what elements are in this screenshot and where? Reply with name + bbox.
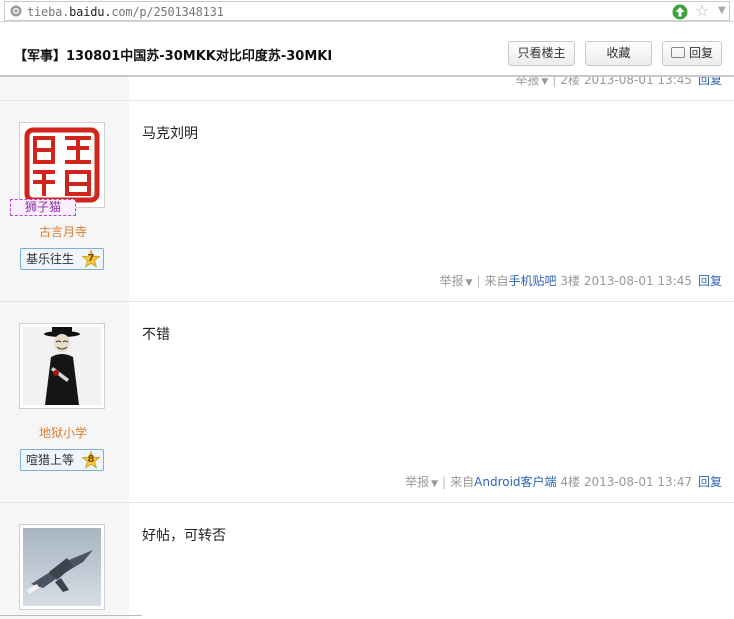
avatar[interactable]	[19, 122, 105, 208]
reply-button-label: 回复	[688, 46, 713, 60]
thread-title: 【军事】130801中国苏-30MKK对比印度苏-30MKI	[14, 49, 333, 64]
post-time: 2013-08-01 13:45	[583, 77, 692, 87]
bookmark-star-icon[interactable]: ☆	[695, 2, 709, 20]
masked-figure-avatar-image	[23, 327, 101, 405]
floor-number: 4楼	[560, 475, 581, 489]
avatar[interactable]	[19, 524, 105, 610]
report-link[interactable]: 举报	[405, 475, 429, 489]
divider	[0, 615, 142, 616]
chevron-down-icon[interactable]: ▼	[718, 5, 726, 16]
post-time: 2013-08-01 13:45	[583, 274, 692, 288]
caret-down-icon: ▼	[465, 278, 473, 288]
level-name: 喧猎上等	[26, 453, 75, 467]
post-floor-3: 狮子猫 古言月寺 基乐往生 7 马克刘明 举报 ▼ | 来自手机贴吧 3楼 2013-…	[0, 101, 734, 302]
caret-down-icon: ▼	[431, 479, 439, 489]
fighter-jet-avatar-image	[23, 528, 101, 606]
thread-header: 【军事】130801中国苏-30MKK对比印度苏-30MKI 只看楼主 收藏 回…	[0, 30, 734, 77]
url-field[interactable]: tieba.baidu.com/p/2501348131 ☆ ▼	[4, 1, 730, 21]
level-badge[interactable]: 基乐往生 7	[20, 248, 104, 270]
post-meta: 举报 ▼ | 2楼 2013-08-01 13:45 回复	[515, 77, 722, 88]
floor-number: 2楼	[560, 77, 581, 87]
source-link[interactable]: Android客户端	[474, 475, 556, 489]
reply-button[interactable]: 回复	[662, 41, 722, 66]
avatar[interactable]	[19, 323, 105, 409]
post-meta: 举报 ▼ | 来自Android客户端 4楼 2013-08-01 13:47 回复	[405, 473, 722, 490]
post-meta: 举报 ▼ | 来自手机贴吧 3楼 2013-08-01 13:45 回复	[440, 272, 722, 289]
username[interactable]: 地狱小学	[0, 424, 126, 441]
divider: |	[442, 475, 447, 489]
globe-icon	[10, 5, 22, 17]
post-list: 举报 ▼ | 2楼 2013-08-01 13:45 回复 狮子猫 古言月寺 基乐往生 …	[0, 77, 734, 619]
source-prefix: 来自	[450, 475, 475, 489]
browser-address-bar: tieba.baidu.com/p/2501348131 ☆ ▼	[0, 0, 734, 22]
favorite-button[interactable]: 收藏	[585, 41, 652, 66]
source-prefix: 来自	[484, 274, 509, 288]
caret-down-icon: ▼	[541, 77, 549, 87]
url-text: tieba.baidu.com/p/2501348131	[27, 5, 224, 19]
comment-icon	[670, 47, 685, 58]
user-title-tag: 狮子猫	[10, 199, 76, 216]
level-number: 7	[87, 253, 95, 264]
seal-avatar-image	[24, 127, 100, 203]
post-content: 不错	[142, 327, 170, 343]
level-badge[interactable]: 喧猎上等 8	[20, 449, 104, 471]
reply-link[interactable]: 回复	[698, 274, 722, 288]
divider: |	[552, 77, 557, 87]
source-link[interactable]: 手机贴吧	[509, 274, 557, 288]
post-floor-5: 好帖，可转否	[0, 503, 734, 619]
report-link[interactable]: 举报	[515, 77, 539, 87]
post-content: 马克刘明	[142, 126, 198, 142]
post-time: 2013-08-01 13:47	[583, 475, 692, 489]
floor-number: 3楼	[560, 274, 581, 288]
go-arrow-icon[interactable]	[672, 4, 688, 20]
username[interactable]: 古言月寺	[0, 223, 126, 240]
report-link[interactable]: 举报	[440, 274, 464, 288]
level-name: 基乐往生	[26, 252, 75, 266]
only-op-button[interactable]: 只看楼主	[508, 41, 575, 66]
post-floor-4: 地狱小学 喧猎上等 8 不错 举报 ▼ | 来自Android客户端 4楼 2013-…	[0, 302, 734, 503]
post-floor-2: 举报 ▼ | 2楼 2013-08-01 13:45 回复	[0, 77, 734, 101]
level-number: 8	[87, 454, 95, 465]
reply-link[interactable]: 回复	[698, 77, 722, 87]
divider: |	[476, 274, 481, 288]
reply-link[interactable]: 回复	[698, 475, 722, 489]
post-content: 好帖，可转否	[142, 528, 226, 544]
